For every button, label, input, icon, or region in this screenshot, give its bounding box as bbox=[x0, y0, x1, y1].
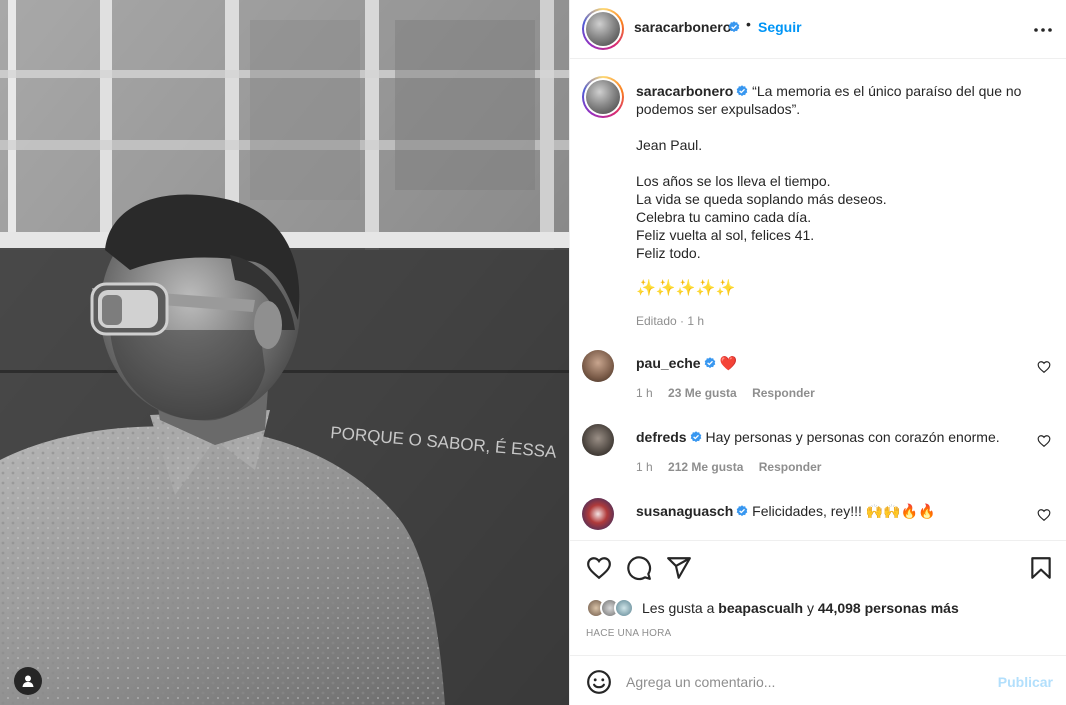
caption-edited-time: Editado · 1 h bbox=[636, 314, 705, 328]
comment-text: susanaguasch Felicidades, rey!!! 🙌🙌🔥🔥 bbox=[636, 502, 1016, 520]
reply-button[interactable]: Responder bbox=[759, 460, 822, 474]
verified-badge-icon bbox=[736, 85, 748, 97]
caption-username[interactable]: saracarbonero bbox=[636, 83, 733, 99]
comment-time[interactable]: 1 h bbox=[636, 386, 653, 400]
comment-text: defreds Hay personas y personas con cora… bbox=[636, 428, 1016, 446]
caption-body: saracarbonero “La memoria es el único pa… bbox=[636, 82, 1036, 298]
post-side-panel: saracarbonero • Seguir saracarbonero “La… bbox=[569, 0, 1066, 705]
comment-likes[interactable]: 23 Me gusta bbox=[668, 386, 737, 400]
more-options-icon[interactable] bbox=[1033, 20, 1053, 40]
author-username[interactable]: saracarbonero bbox=[634, 19, 731, 35]
comment-username[interactable]: defreds bbox=[636, 429, 687, 445]
header-separator: • bbox=[746, 16, 751, 32]
likes-first-user[interactable]: beapascualh bbox=[718, 600, 803, 616]
likes-text: Les gusta a beapascualh y 44,098 persona… bbox=[642, 600, 959, 616]
user-tag-icon[interactable] bbox=[14, 667, 42, 695]
comment-text: pau_eche ❤️ bbox=[636, 354, 1016, 372]
caption-text-line: Feliz vuelta al sol, felices 41. bbox=[636, 227, 815, 243]
caption-text-line: Jean Paul. bbox=[636, 137, 703, 153]
comment-username[interactable]: susanaguasch bbox=[636, 503, 733, 519]
verified-badge-icon bbox=[736, 505, 748, 517]
caption-text-line: podemos ser expulsados”. bbox=[636, 101, 801, 117]
comment-icon[interactable] bbox=[626, 555, 652, 581]
likes-count[interactable]: 44,098 personas más bbox=[818, 600, 959, 616]
post-actions: Les gusta a beapascualh y 44,098 persona… bbox=[570, 540, 1066, 655]
heart-icon[interactable] bbox=[1037, 508, 1051, 522]
publish-button[interactable]: Publicar bbox=[998, 674, 1053, 690]
comment-body: ❤️ bbox=[719, 355, 737, 371]
post-time-ago[interactable]: HACE UNA HORA bbox=[586, 628, 671, 639]
caption-avatar[interactable] bbox=[582, 76, 624, 118]
likes-prefix: Les gusta a bbox=[642, 600, 719, 616]
comment-avatar[interactable] bbox=[582, 424, 614, 456]
caption-text-line: Los años se los lleva el tiempo. bbox=[636, 173, 831, 189]
liker-avatar bbox=[614, 598, 634, 618]
author-avatar[interactable] bbox=[582, 8, 624, 50]
comments-scroll-area[interactable]: saracarbonero “La memoria es el único pa… bbox=[570, 60, 1066, 540]
share-icon[interactable] bbox=[666, 555, 692, 581]
caption-sparkles: ✨✨✨✨✨ bbox=[636, 280, 736, 297]
comment-body: Felicidades, rey!!! 🙌🙌🔥🔥 bbox=[752, 503, 936, 519]
photo-scene: PORQUE O SABOR, É ESSA bbox=[0, 0, 569, 705]
comment-meta: 1 h 212 Me gusta Responder bbox=[636, 460, 821, 474]
heart-icon[interactable] bbox=[1037, 360, 1051, 374]
caption-text-line: Celebra tu camino cada día. bbox=[636, 209, 812, 225]
caption-text-line: Feliz todo. bbox=[636, 245, 701, 261]
likes-summary[interactable]: Les gusta a beapascualh y 44,098 persona… bbox=[586, 598, 959, 618]
emoji-icon[interactable] bbox=[586, 669, 612, 695]
comment-input[interactable] bbox=[626, 669, 986, 695]
comment-likes[interactable]: 212 Me gusta bbox=[668, 460, 743, 474]
instagram-post-modal: PORQUE O SABOR, É ESSA saracarbonero • S… bbox=[0, 0, 1066, 705]
verified-badge-icon bbox=[728, 21, 740, 33]
verified-badge-icon bbox=[690, 431, 701, 443]
comment-avatar[interactable] bbox=[582, 498, 614, 530]
heart-icon[interactable] bbox=[586, 555, 612, 581]
caption-text-line: La vida se queda soplando más deseos. bbox=[636, 191, 887, 207]
comment-body: Hay personas y personas con corazón enor… bbox=[705, 429, 1000, 445]
caption-first-line: saracarbonero “La memoria es el único pa… bbox=[636, 82, 1036, 100]
comment-meta: 1 h 23 Me gusta Responder bbox=[636, 386, 815, 400]
bookmark-icon[interactable] bbox=[1028, 555, 1054, 581]
caption-text-line: “La memoria es el único paraíso del que … bbox=[752, 83, 1022, 99]
comment-avatar[interactable] bbox=[582, 350, 614, 382]
post-photo[interactable]: PORQUE O SABOR, É ESSA bbox=[0, 0, 569, 705]
likes-middle: y bbox=[803, 600, 818, 616]
comment-composer: Publicar bbox=[570, 655, 1066, 705]
follow-button[interactable]: Seguir bbox=[758, 19, 802, 35]
comment-username[interactable]: pau_eche bbox=[636, 355, 701, 371]
heart-icon[interactable] bbox=[1037, 434, 1051, 448]
comment-time[interactable]: 1 h bbox=[636, 460, 653, 474]
verified-badge-icon bbox=[704, 357, 715, 369]
reply-button[interactable]: Responder bbox=[752, 386, 815, 400]
post-header: saracarbonero • Seguir bbox=[570, 0, 1066, 59]
